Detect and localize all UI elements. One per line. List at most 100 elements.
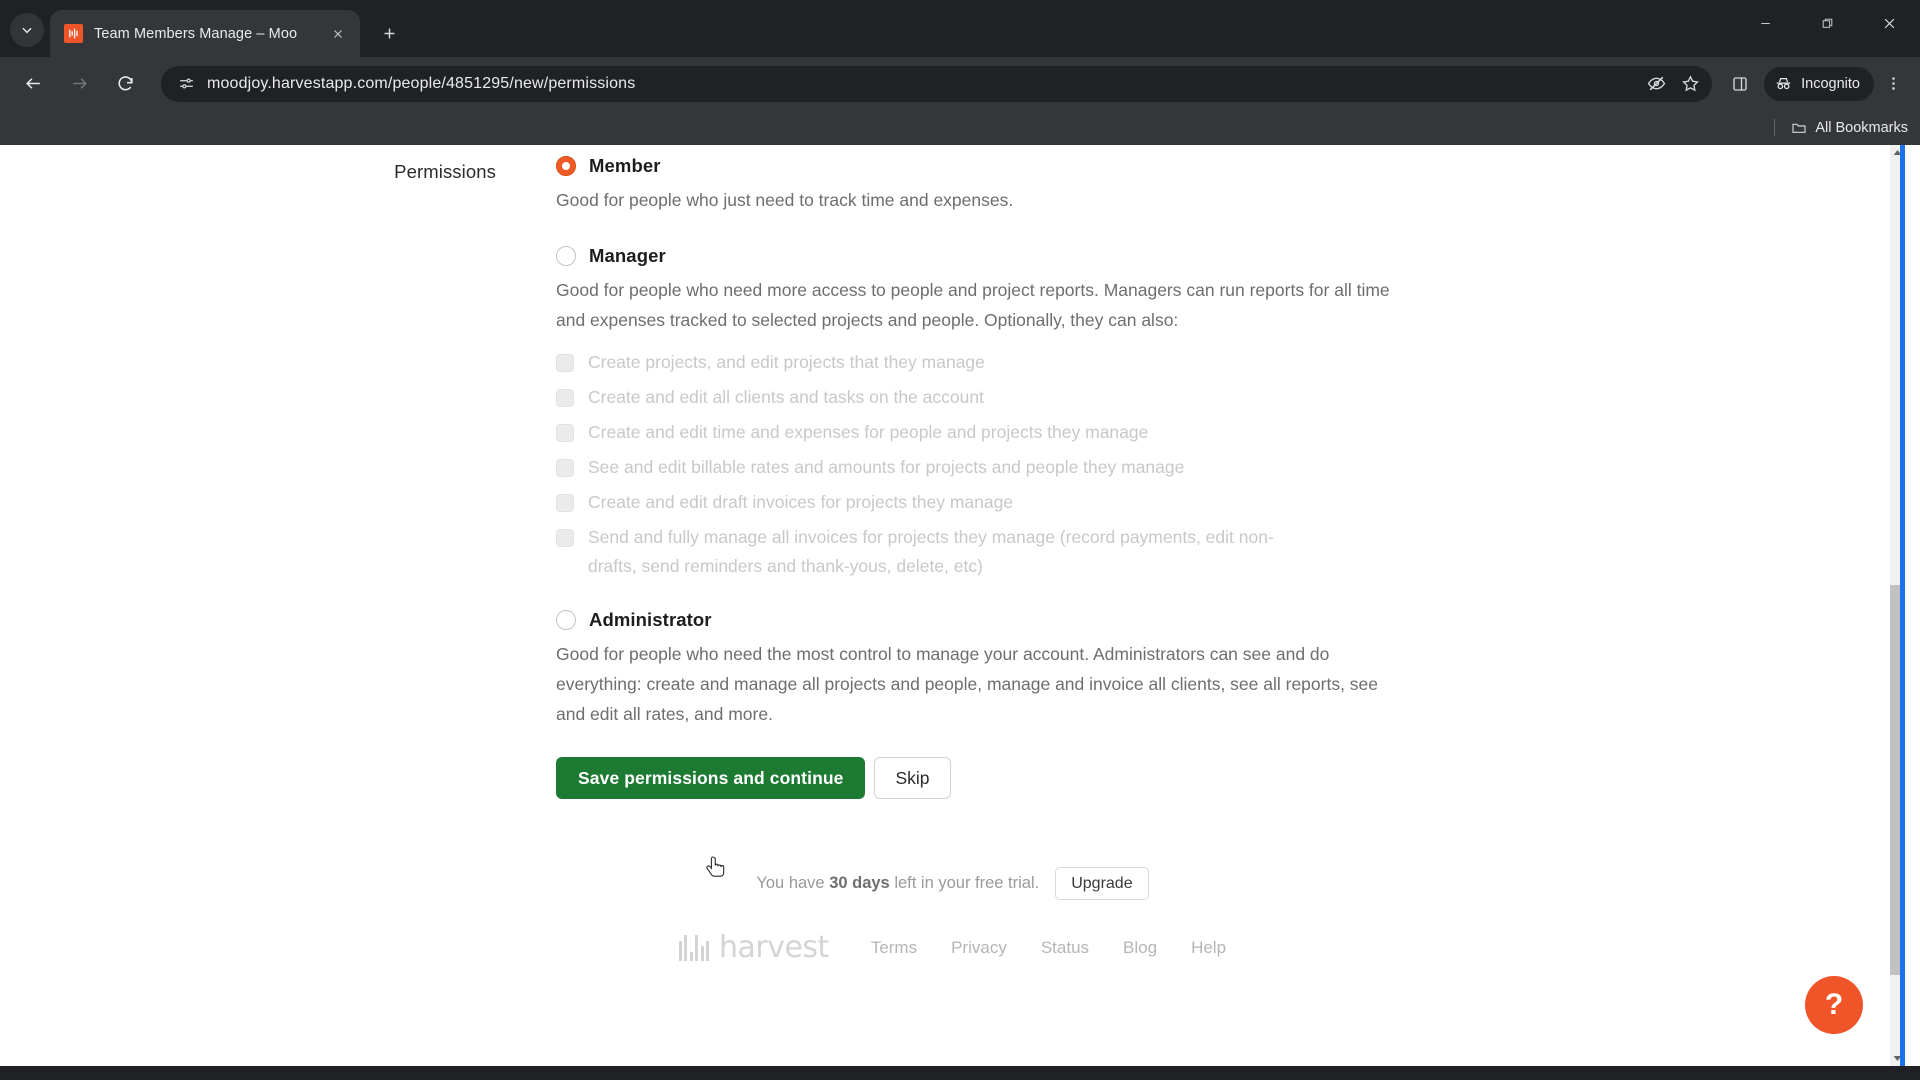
checkbox-create-projects[interactable] [556, 354, 574, 372]
checkbox-label: Create and edit draft invoices for proje… [588, 492, 1014, 512]
checkbox-row[interactable]: See and edit billable rates and amounts … [556, 453, 1436, 482]
trial-prefix: You have [756, 874, 830, 892]
window-controls [1734, 0, 1920, 47]
tab-strip: Team Members Manage – Moo [0, 0, 1920, 57]
arrow-right-icon [72, 78, 87, 89]
checkbox-label: Create projects, and edit projects that … [588, 352, 985, 372]
all-bookmarks-button[interactable]: All Bookmarks [1791, 120, 1908, 136]
permission-option-administrator[interactable]: Administrator Good for people who need t… [556, 609, 1436, 729]
all-bookmarks-label: All Bookmarks [1815, 119, 1908, 136]
side-panel-button[interactable] [1722, 66, 1758, 102]
new-tab-button[interactable] [372, 16, 406, 50]
tab-close-button[interactable] [326, 22, 350, 46]
radio-manager[interactable] [556, 246, 576, 266]
footer-link-help[interactable]: Help [1191, 938, 1226, 958]
permissions-label: Permissions [394, 161, 496, 182]
harvest-wordmark: harvest [718, 930, 829, 965]
bookmark-star-icon[interactable] [1674, 68, 1706, 100]
chevron-down-icon [22, 27, 32, 34]
trial-message: You have 30 days left in your free trial… [756, 874, 1039, 893]
focus-ring-edge [1900, 145, 1905, 1066]
maximize-button[interactable] [1796, 0, 1858, 47]
footer-link-terms[interactable]: Terms [871, 938, 917, 958]
checkbox-label: See and edit billable rates and amounts … [588, 457, 1185, 477]
checkbox-label: Create and edit all clients and tasks on… [588, 387, 984, 407]
arrow-left-icon [25, 78, 40, 89]
tab-title: Team Members Manage – Moo [94, 25, 298, 42]
footer-link-blog[interactable]: Blog [1123, 938, 1157, 958]
address-bar[interactable]: moodjoy.harvestapp.com/people/4851295/ne… [161, 65, 1713, 102]
bookmarks-bar: All Bookmarks [0, 110, 1920, 145]
window-bottom-bar [0, 1066, 1920, 1080]
side-panel-icon [1733, 76, 1747, 91]
harvest-logo-bars-icon [678, 934, 712, 961]
option-description-member: Good for people who just need to track t… [556, 190, 1014, 210]
restore-icon [1822, 18, 1832, 28]
radio-administrator[interactable] [556, 610, 576, 630]
chrome-menu-button[interactable] [1876, 66, 1910, 102]
close-icon [1884, 18, 1894, 29]
skip-button[interactable]: Skip [874, 757, 951, 799]
option-description-administrator: Good for people who need the most contro… [556, 644, 1379, 724]
trial-banner: You have 30 days left in your free trial… [0, 867, 1905, 900]
site-settings-icon[interactable] [171, 69, 201, 99]
minimize-icon [1760, 23, 1770, 24]
page-footer: harvest Terms Privacy Status Blog Help [0, 930, 1905, 965]
tracking-protection-icon[interactable] [1640, 68, 1672, 100]
upgrade-button[interactable]: Upgrade [1055, 867, 1149, 900]
incognito-label: Incognito [1801, 75, 1860, 92]
permission-option-manager[interactable]: Manager Good for people who need more ac… [556, 245, 1436, 581]
permission-option-member[interactable]: Member Good for people who just need to … [556, 155, 1436, 215]
tab-search-button[interactable] [10, 13, 44, 47]
checkbox-billable-rates[interactable] [556, 459, 574, 477]
permissions-options: Member Good for people who just need to … [556, 155, 1436, 799]
save-permissions-button[interactable]: Save permissions and continue [556, 757, 866, 799]
url-text: moodjoy.harvestapp.com/people/4851295/ne… [207, 74, 636, 92]
browser-window: Team Members Manage – Moo moodjoy.harves… [0, 0, 1920, 1080]
more-vertical-icon [1891, 77, 1895, 90]
checkbox-edit-clients-tasks[interactable] [556, 389, 574, 407]
option-title-member: Member [589, 155, 661, 176]
option-description-manager: Good for people who need more access to … [556, 280, 1390, 330]
checkbox-row[interactable]: Create and edit all clients and tasks on… [556, 383, 1436, 412]
help-button[interactable]: ? [1805, 976, 1863, 1034]
browser-toolbar: moodjoy.harvestapp.com/people/4851295/ne… [0, 57, 1920, 110]
harvest-logo: harvest [678, 930, 829, 965]
divider [1774, 119, 1776, 136]
checkbox-draft-invoices[interactable] [556, 494, 574, 512]
checkbox-label: Create and edit time and expenses for pe… [588, 422, 1149, 442]
harvest-favicon-icon [64, 24, 83, 43]
folder-icon [1792, 123, 1806, 133]
reload-button[interactable] [107, 66, 143, 102]
back-button[interactable] [15, 66, 51, 102]
radio-member[interactable] [556, 156, 576, 176]
close-icon [334, 29, 342, 38]
checkbox-row[interactable]: Create projects, and edit projects that … [556, 348, 1436, 377]
checkbox-row[interactable]: Send and fully manage all invoices for p… [556, 523, 1436, 581]
page-content: Permissions Member Good for people who j… [0, 145, 1905, 1066]
checkbox-edit-time-expenses[interactable] [556, 424, 574, 442]
plus-icon [384, 28, 394, 38]
close-window-button[interactable] [1858, 0, 1920, 47]
minimize-button[interactable] [1734, 0, 1796, 47]
option-title-administrator: Administrator [589, 609, 712, 630]
permissions-form-row: Permissions Member Good for people who j… [0, 145, 1905, 799]
page-viewport: Permissions Member Good for people who j… [0, 145, 1920, 1066]
checkbox-label: Send and fully manage all invoices for p… [588, 527, 1274, 576]
footer-link-status[interactable]: Status [1041, 938, 1089, 958]
option-title-manager: Manager [589, 245, 666, 266]
incognito-icon [1776, 77, 1791, 90]
reload-icon [117, 76, 133, 91]
form-actions: Save permissions and continue Skip [556, 757, 1436, 799]
incognito-indicator[interactable]: Incognito [1764, 66, 1874, 101]
checkbox-row[interactable]: Create and edit time and expenses for pe… [556, 418, 1436, 447]
manager-permission-checklist: Create projects, and edit projects that … [556, 348, 1436, 581]
checkbox-row[interactable]: Create and edit draft invoices for proje… [556, 488, 1436, 517]
checkbox-manage-invoices[interactable] [556, 529, 574, 547]
footer-link-privacy[interactable]: Privacy [951, 938, 1007, 958]
browser-tab[interactable]: Team Members Manage – Moo [50, 10, 360, 57]
trial-suffix: left in your free trial. [889, 874, 1040, 892]
forward-button[interactable] [61, 66, 97, 102]
